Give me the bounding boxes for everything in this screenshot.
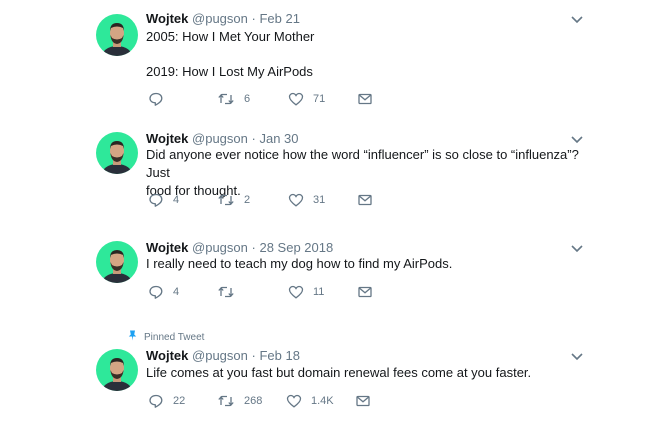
retweet-icon [217, 284, 235, 300]
author-handle[interactable]: @pugson [192, 11, 248, 26]
pinned-text: Pinned Tweet [144, 331, 205, 343]
heart-icon [286, 393, 302, 409]
tweet-header: Wojtek @pugson · Jan 30 [146, 131, 299, 147]
tweet-line: 2005: How I Met Your Mother [146, 29, 315, 44]
like-count: 1.4K [311, 395, 334, 407]
reply-icon [148, 192, 164, 208]
chevron-down-icon[interactable] [570, 133, 584, 145]
reply-icon [148, 393, 164, 409]
heart-icon [288, 192, 304, 208]
envelope-icon [357, 91, 373, 107]
tweet-date[interactable]: 28 Sep 2018 [259, 240, 333, 255]
separator: · [251, 240, 256, 255]
separator: · [251, 131, 256, 146]
chevron-down-icon[interactable] [570, 350, 584, 362]
tweet-date[interactable]: Feb 18 [259, 348, 299, 363]
like-button[interactable]: 1.4K [286, 393, 334, 409]
retweet-icon [217, 393, 235, 409]
avatar[interactable] [96, 14, 138, 56]
author-handle[interactable]: @pugson [192, 348, 248, 363]
retweet-button[interactable]: 268 [217, 393, 262, 409]
retweet-button[interactable] [217, 284, 244, 300]
tweet-date[interactable]: Feb 21 [259, 11, 299, 26]
tweet-line: Life comes at you fast but domain renewa… [146, 365, 532, 380]
tweet-header: Wojtek @pugson · Feb 18 [146, 348, 300, 364]
tweet-line: 2019: How I Lost My AirPods [146, 64, 313, 79]
reply-icon [148, 91, 164, 107]
author-name[interactable]: Wojtek [146, 131, 188, 146]
reply-button[interactable]: 4 [148, 192, 179, 208]
like-button[interactable]: 71 [288, 91, 325, 107]
separator: · [251, 348, 256, 363]
retweet-count: 268 [244, 395, 263, 407]
envelope-icon [357, 192, 373, 208]
like-count: 11 [313, 286, 325, 298]
tweet-feed: Wojtek @pugson · Feb 21 2005: How I Met … [0, 0, 653, 430]
pin-icon [128, 330, 144, 344]
author-handle[interactable]: @pugson [192, 240, 248, 255]
chevron-down-icon[interactable] [570, 13, 584, 25]
reply-count: 4 [173, 286, 180, 298]
author-handle[interactable]: @pugson [192, 131, 248, 146]
retweet-icon [217, 192, 235, 208]
retweet-count: 2 [244, 194, 251, 206]
separator: · [251, 11, 256, 26]
tweet-text: I really need to teach my dog how to fin… [146, 255, 586, 273]
avatar[interactable] [96, 241, 138, 283]
reply-count: 22 [173, 395, 186, 407]
dm-button[interactable] [355, 393, 371, 409]
chevron-down-icon[interactable] [570, 242, 584, 254]
avatar[interactable] [96, 349, 138, 391]
retweet-icon [217, 91, 235, 107]
tweet-text: Life comes at you fast but domain renewa… [146, 364, 586, 382]
heart-icon [288, 284, 304, 300]
like-count: 71 [313, 93, 326, 105]
reply-count: 4 [173, 194, 180, 206]
tweet-line: Did anyone ever notice how the word “inf… [146, 147, 579, 180]
tweet-line: I really need to teach my dog how to fin… [146, 256, 453, 271]
tweet-date[interactable]: Jan 30 [259, 131, 298, 146]
reply-button[interactable]: 22 [148, 393, 185, 409]
pinned-tweet-label: Pinned Tweet [128, 330, 204, 344]
dm-button[interactable] [357, 192, 373, 208]
like-button[interactable]: 11 [288, 284, 324, 300]
tweet-text: 2005: How I Met Your Mother 2019: How I … [146, 28, 586, 81]
retweet-button[interactable]: 6 [217, 91, 250, 107]
heart-icon [288, 91, 304, 107]
like-button[interactable]: 31 [288, 192, 325, 208]
retweet-button[interactable]: 2 [217, 192, 250, 208]
reply-button[interactable]: 4 [148, 284, 179, 300]
reply-button[interactable] [148, 91, 173, 107]
dm-button[interactable] [357, 91, 373, 107]
envelope-icon [357, 284, 373, 300]
reply-icon [148, 284, 164, 300]
retweet-count: 6 [244, 93, 251, 105]
author-name[interactable]: Wojtek [146, 11, 188, 26]
dm-button[interactable] [357, 284, 373, 300]
tweet-header: Wojtek @pugson · 28 Sep 2018 [146, 240, 333, 256]
envelope-icon [355, 393, 371, 409]
like-count: 31 [313, 194, 326, 206]
tweet-header: Wojtek @pugson · Feb 21 [146, 11, 300, 27]
author-name[interactable]: Wojtek [146, 348, 188, 363]
avatar[interactable] [96, 132, 138, 174]
author-name[interactable]: Wojtek [146, 240, 188, 255]
